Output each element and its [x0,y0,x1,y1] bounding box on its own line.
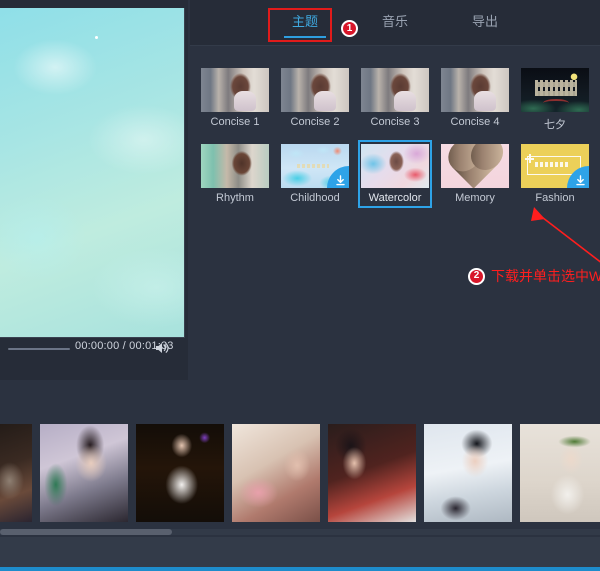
annotation-step-2-text: 下载并单击选中Watercolor主题 [491,268,600,284]
theme-item-rhythm[interactable]: Rhythm [198,140,272,208]
theme-item-concise-4[interactable]: Concise 4 [438,64,512,136]
timeline-panel [0,405,600,571]
thumbnail-art [521,68,589,112]
preview-highlight-dot [95,36,98,39]
theme-item-concise-2[interactable]: Concise 2 [278,64,352,136]
annotation-step-2: 2 下载并单击选中Watercolor主题 [468,266,600,286]
theme-thumbnail [521,144,589,188]
theme-item-concise-1[interactable]: Concise 1 [198,64,272,136]
theme-label: Concise 3 [370,116,420,128]
tab-theme[interactable]: 主题 [282,7,328,40]
theme-item-concise-3[interactable]: Concise 3 [358,64,432,136]
timeline-clip-strip [0,420,600,525]
thumbnail-art [441,144,509,188]
theme-item-watercolor[interactable]: Watercolor [358,140,432,208]
theme-item-memory[interactable]: Memory [438,140,512,208]
theme-item-qixi[interactable]: 七夕 [518,64,592,136]
video-preview[interactable] [0,8,185,338]
tab-music[interactable]: 音乐 [372,7,418,40]
step-badge-1: 1 [341,20,358,37]
playback-progress-bar[interactable] [8,348,70,350]
theme-label: Rhythm [216,192,254,204]
step-badge-2: 2 [468,267,485,285]
theme-label: Concise 4 [450,116,500,128]
theme-item-fashion[interactable]: Fashion [518,140,592,208]
theme-label: Memory [455,192,495,204]
thumbnail-art [441,68,509,112]
theme-thumbnail [441,68,509,112]
preview-controls: 00:00:00 / 00:01:33 [0,338,188,360]
timeline-clip[interactable] [328,423,416,522]
thumbnail-text-art [535,80,577,96]
theme-thumbnail [281,68,349,112]
theme-thumbnail [201,144,269,188]
timeline-clip[interactable] [0,423,32,522]
thumbnail-art [361,144,429,188]
theme-grid: Concise 1 Concise 2 Concise 3 Concise 4 … [190,56,600,208]
theme-thumbnail [281,144,349,188]
preview-pane: 00:00:00 / 00:01:33 [0,0,188,380]
tab-bar: 主题 音乐 导出 1 [190,0,600,46]
theme-label: Childhood [290,192,340,204]
timeline-scrollbar-thumb[interactable] [0,529,172,535]
theme-item-childhood[interactable]: Childhood [278,140,352,208]
theme-label: Fashion [535,192,575,204]
theme-label: 七夕 [544,119,566,131]
theme-panel: 主题 音乐 导出 1 Concise 1 Concise 2 Concise 3… [190,0,600,380]
plus-icon [525,154,534,163]
thumbnail-art [361,68,429,112]
theme-thumbnail [361,68,429,112]
heart-shape-icon [452,144,498,188]
top-area: 00:00:00 / 00:01:33 主题 音乐 导出 1 Concise 1… [0,0,600,400]
speaker-icon[interactable] [154,340,170,356]
theme-label: Concise 2 [290,116,340,128]
timeline-clip[interactable] [424,423,512,522]
theme-thumbnail [201,68,269,112]
theme-label: Watercolor [368,192,422,204]
theme-thumbnail [361,144,429,188]
timeline-footer [0,537,600,567]
thumbnail-bridge-art [543,99,569,107]
timeline-clip[interactable] [136,423,224,522]
theme-label: Concise 1 [210,116,260,128]
thumbnail-text-art [297,164,329,168]
tab-export[interactable]: 导出 [462,7,508,40]
tab-list: 主题 音乐 导出 [190,0,600,46]
theme-thumbnail [521,68,589,112]
timeline-clip[interactable] [40,423,128,522]
app-window: 00:00:00 / 00:01:33 主题 音乐 导出 1 Concise 1… [0,0,600,571]
thumbnail-art [201,144,269,188]
thumbnail-art [281,68,349,112]
timeline-clip[interactable] [520,423,600,522]
bottom-accent-bar [0,567,600,571]
timeline-clip[interactable] [232,423,320,522]
thumbnail-art [201,68,269,112]
theme-thumbnail [441,144,509,188]
thumbnail-text-art [535,162,569,167]
timeline-scrollbar[interactable] [0,529,600,535]
